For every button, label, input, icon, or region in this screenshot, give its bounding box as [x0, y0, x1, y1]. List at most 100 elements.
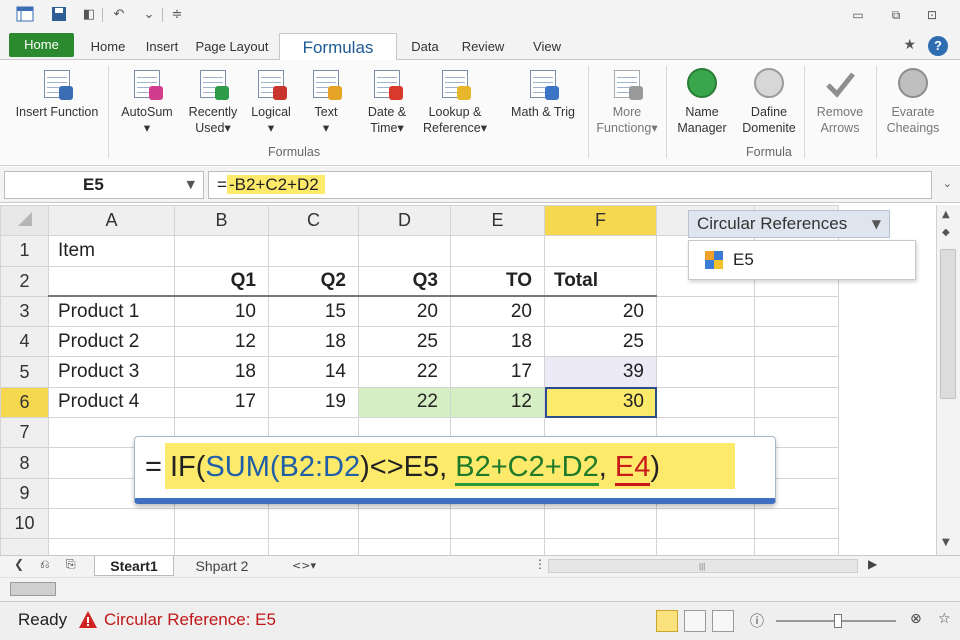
- more-commands-icon[interactable]: ≑: [168, 6, 186, 24]
- cell[interactable]: [656, 507, 755, 540]
- sheet-first-icon[interactable]: ⎌: [40, 557, 50, 572]
- cell[interactable]: [754, 386, 839, 419]
- row-header[interactable]: 7: [0, 417, 49, 449]
- cell[interactable]: 18: [174, 356, 269, 388]
- sheet-last-icon[interactable]: ⎘: [66, 557, 76, 572]
- cell[interactable]: [754, 507, 839, 540]
- horizontal-scrollbar[interactable]: |||: [548, 559, 858, 573]
- circular-references-dropdown[interactable]: Circular References ▼: [688, 210, 890, 238]
- cell[interactable]: 25: [544, 326, 657, 358]
- cell[interactable]: [450, 507, 545, 540]
- cell[interactable]: [656, 356, 755, 388]
- page-break-view-icon[interactable]: [712, 610, 734, 632]
- cell[interactable]: Q2: [268, 265, 359, 298]
- column-header[interactable]: E: [450, 205, 545, 237]
- tab-formulas[interactable]: Formulas: [279, 33, 397, 61]
- tab-home[interactable]: Home: [82, 34, 134, 60]
- date-time-button[interactable]: Date & Time▾: [360, 68, 414, 136]
- cell[interactable]: [268, 507, 359, 540]
- mini-scroll-thumb[interactable]: [10, 582, 56, 596]
- cell[interactable]: [544, 235, 657, 267]
- cell[interactable]: 19: [268, 386, 359, 419]
- cell[interactable]: [174, 507, 269, 540]
- cell[interactable]: [268, 538, 359, 555]
- name-manager-button[interactable]: Name Manager: [672, 68, 732, 136]
- save-icon[interactable]: [50, 6, 68, 24]
- column-header[interactable]: F: [544, 205, 657, 237]
- star-icon[interactable]: ☆: [938, 611, 951, 627]
- cell[interactable]: [450, 538, 545, 555]
- sheet-tab[interactable]: Shpart 2: [176, 556, 268, 576]
- close-icon[interactable]: ⊡: [922, 6, 942, 24]
- cell[interactable]: TO: [450, 265, 545, 298]
- cell[interactable]: 18: [268, 326, 359, 358]
- name-box[interactable]: E5 ▼: [4, 171, 204, 199]
- zoom-knob[interactable]: [834, 614, 842, 628]
- cell[interactable]: 20: [450, 295, 545, 328]
- vertical-scrollbar[interactable]: ▲ ◆ ▼: [936, 205, 960, 555]
- cell[interactable]: [174, 538, 269, 555]
- cell[interactable]: [544, 507, 657, 540]
- cell[interactable]: [450, 235, 545, 267]
- row-header[interactable]: 8: [0, 447, 49, 479]
- cell[interactable]: Product 3: [48, 356, 175, 388]
- cell[interactable]: [754, 538, 839, 555]
- cell[interactable]: 17: [174, 386, 269, 419]
- restore-icon[interactable]: ⧉: [886, 6, 906, 24]
- zoom-slider[interactable]: [776, 614, 896, 628]
- cell[interactable]: [656, 295, 755, 328]
- row-header[interactable]: 2: [0, 265, 49, 297]
- insert-function-button[interactable]: Insert Function: [10, 68, 104, 120]
- split-icon[interactable]: ◆: [942, 227, 950, 238]
- tab-view[interactable]: View: [526, 34, 568, 60]
- cell[interactable]: [544, 538, 657, 555]
- recently-used-button[interactable]: Recently Used▾: [182, 68, 244, 136]
- scroll-thumb[interactable]: [940, 249, 956, 399]
- cell[interactable]: [358, 235, 451, 267]
- cell[interactable]: [48, 507, 175, 540]
- tab-page-layout[interactable]: Page Layout: [192, 34, 272, 60]
- cell[interactable]: 39: [544, 356, 657, 388]
- chevron-down-icon[interactable]: ▼: [872, 211, 881, 237]
- cell[interactable]: 12: [174, 326, 269, 358]
- column-header[interactable]: C: [268, 205, 359, 237]
- help-icon[interactable]: ?: [928, 36, 948, 56]
- cell[interactable]: 15: [268, 295, 359, 328]
- circular-reference-item[interactable]: E5: [688, 240, 916, 280]
- scroll-down-icon[interactable]: ▼: [942, 537, 950, 548]
- row-header[interactable]: 5: [0, 356, 49, 388]
- tab-split-icon[interactable]: ⋮: [534, 557, 546, 571]
- cell[interactable]: 25: [358, 326, 451, 358]
- tab-file[interactable]: Home: [9, 33, 74, 57]
- cell[interactable]: 20: [358, 295, 451, 328]
- define-name-button[interactable]: Dafine Domenite: [738, 68, 800, 136]
- cell[interactable]: [358, 507, 451, 540]
- cell[interactable]: 14: [268, 356, 359, 388]
- more-functions-button[interactable]: More Functiong▾: [594, 68, 660, 136]
- remove-arrows-button[interactable]: Remove Arrows: [810, 68, 870, 136]
- normal-view-icon[interactable]: [656, 610, 678, 632]
- cell[interactable]: [268, 235, 359, 267]
- cell[interactable]: [754, 295, 839, 328]
- info-icon[interactable]: ⓘ: [750, 611, 764, 631]
- zoom-in-icon[interactable]: ⊗: [910, 611, 922, 627]
- autosum-button[interactable]: AutoSum ▾: [114, 68, 180, 136]
- row-header[interactable]: 3: [0, 295, 49, 328]
- page-layout-view-icon[interactable]: [684, 610, 706, 632]
- cell[interactable]: [174, 235, 269, 267]
- minimize-icon[interactable]: ▭: [848, 6, 868, 24]
- sheet-tab-active[interactable]: Steart1: [94, 556, 174, 576]
- text-button[interactable]: Text ▾: [304, 68, 348, 136]
- cell[interactable]: 17: [450, 356, 545, 388]
- cell[interactable]: [48, 538, 175, 555]
- tab-review[interactable]: Review: [456, 34, 510, 60]
- tab-insert[interactable]: Insert: [140, 34, 184, 60]
- cell[interactable]: [754, 356, 839, 388]
- column-header[interactable]: B: [174, 205, 269, 237]
- column-header[interactable]: D: [358, 205, 451, 237]
- cell[interactable]: [656, 326, 755, 358]
- tab-data[interactable]: Data: [404, 34, 446, 60]
- cell[interactable]: 22: [358, 356, 451, 388]
- cell[interactable]: Product 4: [48, 386, 175, 419]
- row-header[interactable]: 9: [0, 477, 49, 509]
